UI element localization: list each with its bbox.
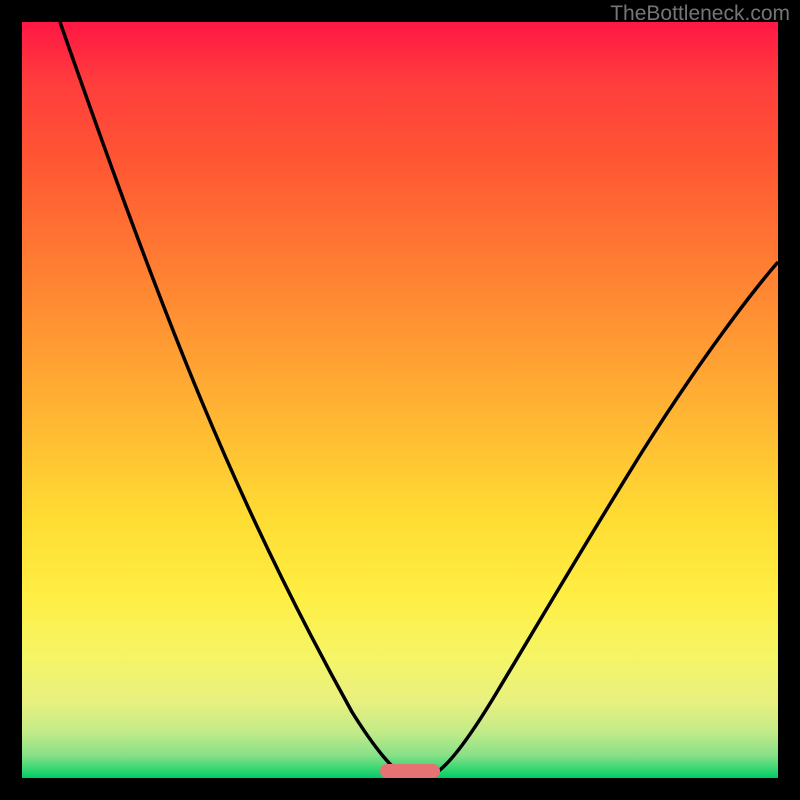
bottleneck-curve — [22, 22, 778, 778]
left-curve-path — [60, 22, 402, 774]
chart-container: TheBottleneck.com — [0, 0, 800, 800]
watermark-text: TheBottleneck.com — [610, 2, 790, 26]
right-curve-path — [434, 262, 778, 774]
minimum-marker — [380, 764, 440, 778]
plot-area — [22, 22, 778, 778]
